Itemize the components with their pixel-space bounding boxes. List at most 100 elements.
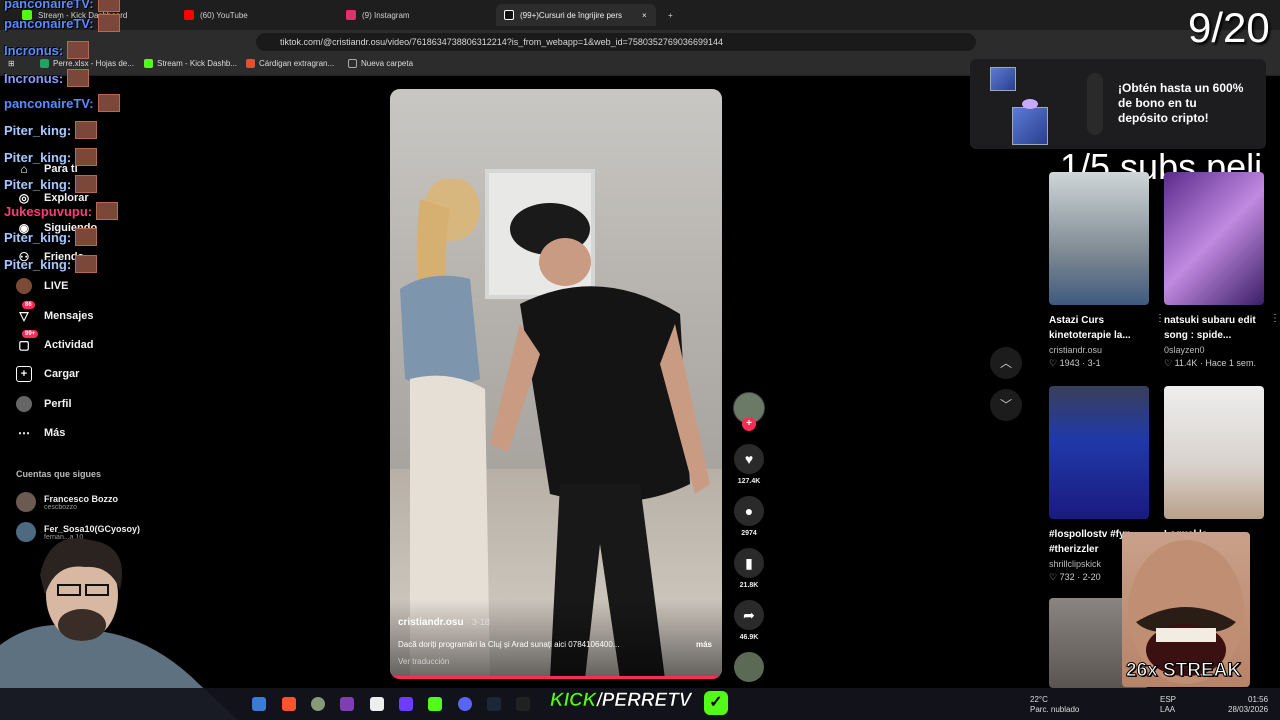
video-progress[interactable]: [390, 676, 722, 679]
like-button[interactable]: ♥ 127.4K: [730, 444, 768, 485]
share-button[interactable]: ➦ 46.9K: [730, 600, 768, 641]
recommendation-card[interactable]: natsuki subaru edit song : spide... 0sla…: [1164, 172, 1280, 369]
emote-icon: [75, 148, 98, 166]
gift-icon: [1012, 107, 1048, 145]
chat-message: Jukespuvupu:: [4, 202, 119, 220]
new-tab-button[interactable]: +: [660, 4, 681, 26]
sidebar-item-actividad[interactable]: ▢ 99+ Actividad: [16, 330, 94, 356]
chat-user: Piter_king:: [4, 256, 72, 272]
more-icon: ⋯: [18, 426, 30, 440]
previous-video-button[interactable]: ︿: [990, 347, 1022, 379]
chat-user: panconaireTV:: [4, 15, 94, 31]
apps-icon[interactable]: ⊞: [8, 59, 15, 68]
address-bar: ← ↻ ▯ tiktok.com/@cristiandr.osu/video/7…: [0, 30, 1280, 76]
video-player[interactable]: cristiandr.osu · 3-18 Dacă doriți progra…: [390, 89, 722, 679]
gift-bow-icon: [1022, 99, 1038, 109]
recommendation-thumbnail: [1164, 386, 1264, 519]
following-item[interactable]: Francesco Bozzo cescbozzo: [16, 492, 118, 512]
tab-youtube[interactable]: (60) YouTube: [176, 4, 336, 26]
more-options-icon[interactable]: ⋮: [1270, 313, 1280, 324]
app-icon[interactable]: [428, 697, 442, 711]
sidebar-item-mas[interactable]: ⋯ Más: [16, 422, 65, 444]
save-button[interactable]: ▮ 21.8K: [730, 548, 768, 589]
kick-icon: [144, 59, 153, 68]
music-disc-icon: [734, 652, 764, 682]
emote-icon: [96, 202, 119, 220]
tab-bar: Stream - Kick Dashboard (60) YouTube (9)…: [0, 0, 1280, 30]
chat-user: Incronus:: [4, 70, 64, 86]
bookmark-folder[interactable]: Nueva carpeta: [348, 59, 413, 68]
emote-icon: [75, 175, 98, 193]
video-progress-fill: [390, 676, 722, 679]
folder-icon: [348, 59, 357, 68]
recommendation-card[interactable]: Laguel la... d: [1164, 386, 1272, 555]
chat-user: Piter_king:: [4, 229, 72, 245]
close-tab-icon[interactable]: ×: [642, 11, 647, 20]
more-button[interactable]: más: [696, 640, 712, 649]
brave-icon[interactable]: [282, 697, 296, 711]
like-count: 127.4K: [737, 478, 761, 485]
app-icon[interactable]: [399, 697, 413, 711]
recommendation-thumbnail: [1049, 386, 1149, 519]
chat-user: Piter_king:: [4, 122, 72, 138]
chat-message: Piter_king:: [4, 255, 98, 273]
emote-icon: [97, 14, 120, 32]
upload-icon: +: [16, 366, 32, 382]
chevron-up-icon: ︿: [999, 356, 1012, 370]
comment-button[interactable]: ● 2974: [730, 496, 768, 537]
video-description: Dacă doriți programări la Cluj și Arad s…: [398, 640, 620, 649]
recommendation-thumbnail: [1049, 172, 1149, 305]
url-input[interactable]: tiktok.com/@cristiandr.osu/video/7618634…: [256, 33, 976, 51]
follow-button[interactable]: +: [742, 417, 756, 431]
tab-instagram[interactable]: (9) Instagram: [338, 4, 498, 26]
ad-banner[interactable]: ¡Obtén hasta un 600% de bono en tu depós…: [970, 59, 1266, 149]
sidebar-item-cargar[interactable]: + Cargar: [16, 363, 79, 385]
ad-side-icons: [1087, 73, 1103, 135]
app-icon[interactable]: [516, 697, 530, 711]
chat-user: Piter_king:: [4, 176, 72, 192]
following-title: Cuentas que sigues: [16, 469, 102, 479]
weather-widget[interactable]: 22°C Parc. nublado: [1030, 695, 1079, 715]
comment-icon: ●: [734, 496, 764, 526]
comment-count: 2974: [741, 530, 757, 537]
explorer-icon[interactable]: [252, 697, 266, 711]
emote-icon: [67, 41, 90, 59]
music-disc[interactable]: [730, 652, 768, 682]
steam-icon[interactable]: [487, 697, 501, 711]
kick-channel-logo: KICK/PERRETV: [550, 690, 692, 712]
activity-badge: 99+: [22, 330, 39, 338]
video-author[interactable]: cristiandr.osu · 3-18: [398, 617, 490, 628]
verified-check-icon: ✓: [704, 691, 728, 715]
bookmark-icon: ▮: [734, 548, 764, 578]
message-icon: ▽ 86: [16, 301, 35, 324]
chat-message: Incronus:: [4, 69, 90, 87]
recommendation-card[interactable]: Astazi Curs kinetoterapie la... cristian…: [1049, 172, 1165, 369]
sheets-icon: [40, 59, 49, 68]
app-icon[interactable]: [340, 697, 354, 711]
system-clock[interactable]: 01:56 28/03/2026: [1228, 695, 1268, 715]
chat-user: panconaireTV:: [4, 0, 94, 11]
chat-message: Piter_king:: [4, 148, 98, 166]
bookmark-aliexpress[interactable]: Cárdigan extragran...: [246, 59, 334, 68]
sidebar-item-perfil[interactable]: Perfil: [16, 393, 72, 415]
video-caption-overlay: [390, 599, 722, 679]
discord-icon[interactable]: [458, 697, 472, 711]
chat-user: Incronus:: [4, 42, 64, 58]
tab-tiktok[interactable]: (99+)Cursuri de îngrijire pers ×: [496, 4, 656, 26]
save-count: 21.8K: [739, 582, 759, 589]
emote-icon: [67, 69, 90, 87]
obs-icon[interactable]: [311, 697, 325, 711]
share-icon: ➦: [734, 600, 764, 630]
translate-link[interactable]: Ver traducción: [398, 657, 449, 666]
language-indicator[interactable]: ESP LAA: [1160, 695, 1176, 715]
chat-user: panconaireTV:: [4, 95, 94, 111]
chevron-down-icon: ﹀: [999, 398, 1012, 412]
bookmark-sheets[interactable]: Perre.xlsx - Hojas de...: [40, 59, 134, 68]
sidebar-item-live[interactable]: LIVE: [16, 275, 68, 297]
app-icon[interactable]: [370, 697, 384, 711]
next-video-button[interactable]: ﹀: [990, 389, 1022, 421]
ad-text: ¡Obtén hasta un 600% de bono en tu depós…: [1118, 81, 1244, 125]
recommendation-thumbnail: [1164, 172, 1264, 305]
bookmark-kick[interactable]: Stream - Kick Dashb...: [144, 59, 237, 68]
sidebar-item-mensajes[interactable]: ▽ 86 Mensajes: [16, 301, 94, 327]
